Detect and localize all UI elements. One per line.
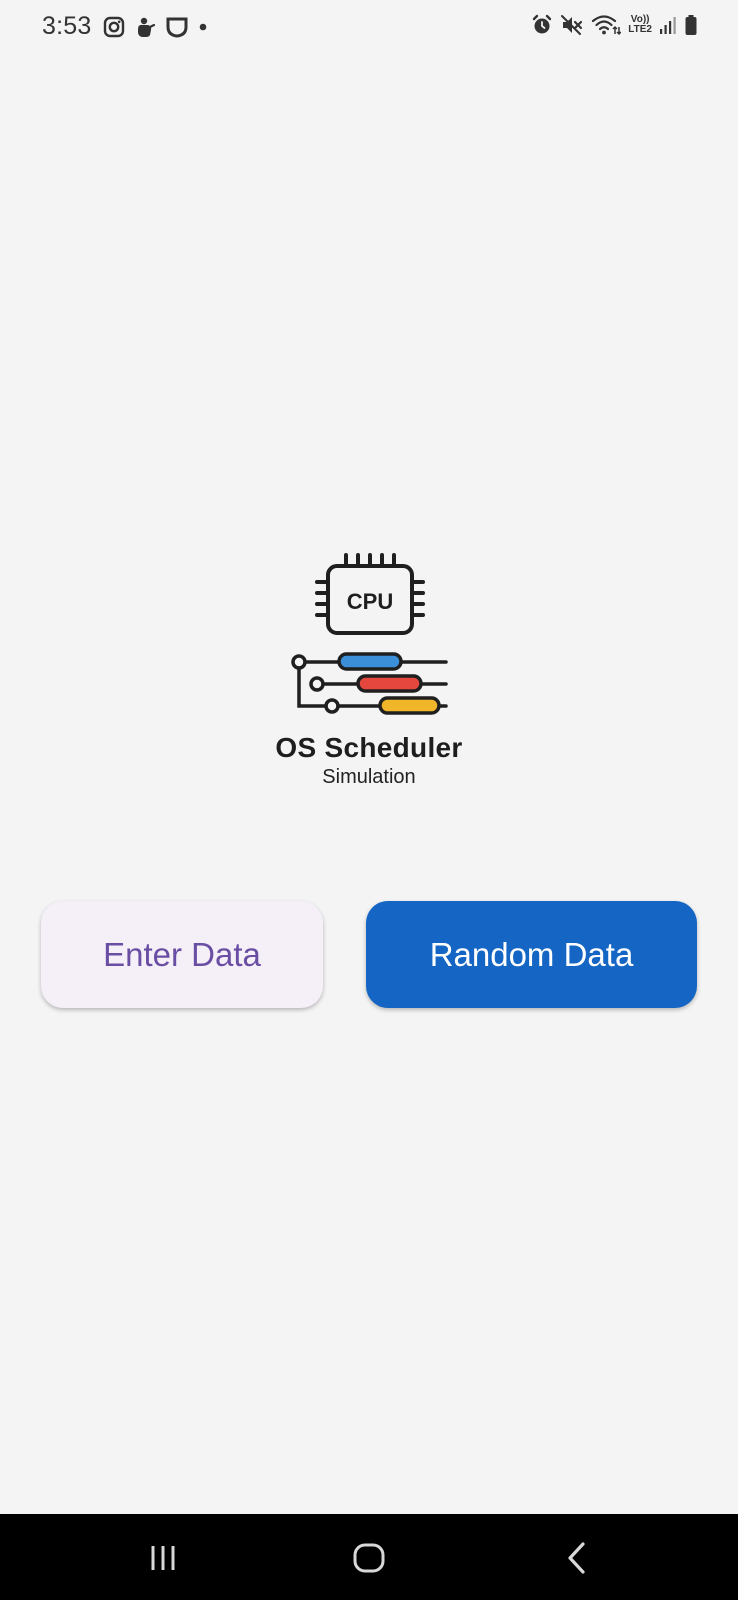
app-logo: CPU OS Scheduler Simulation — [260, 548, 478, 798]
battery-icon — [684, 14, 698, 36]
mute-icon — [560, 14, 584, 36]
alarm-icon — [531, 14, 553, 36]
back-icon — [568, 1542, 585, 1574]
recent-apps-icon — [151, 1546, 175, 1570]
app-subtitle: Simulation — [322, 766, 416, 788]
signal-icon — [659, 15, 677, 35]
dot-icon — [198, 22, 208, 32]
wifi-icon — [591, 14, 622, 36]
enter-data-button[interactable]: Enter Data — [41, 901, 323, 1008]
screen: 3:53 Vo)) LTE2 CPU OS Scheduler Simulati… — [0, 0, 738, 1600]
shield-icon — [165, 16, 189, 38]
recent-apps-button[interactable] — [133, 1536, 193, 1580]
network-label-bottom: LTE2 — [628, 24, 652, 35]
volte-lte2-icon: Vo)) LTE2 — [628, 15, 652, 35]
status-time: 3:53 — [42, 12, 92, 40]
cpu-label: CPU — [346, 589, 394, 614]
instagram-icon — [103, 16, 125, 38]
random-data-button[interactable]: Random Data — [366, 901, 697, 1008]
status-right-icons: Vo)) LTE2 — [531, 14, 698, 36]
navigation-bar — [0, 1514, 738, 1600]
home-icon — [353, 1543, 385, 1573]
cpu-circuit-icon — [291, 553, 448, 715]
home-button[interactable] — [339, 1536, 399, 1580]
back-button[interactable] — [547, 1536, 607, 1580]
status-bar: 3:53 Vo)) LTE2 — [0, 0, 738, 56]
status-left-icons — [103, 16, 208, 38]
app-title: OS Scheduler — [275, 732, 463, 763]
hand-icon — [134, 16, 156, 38]
